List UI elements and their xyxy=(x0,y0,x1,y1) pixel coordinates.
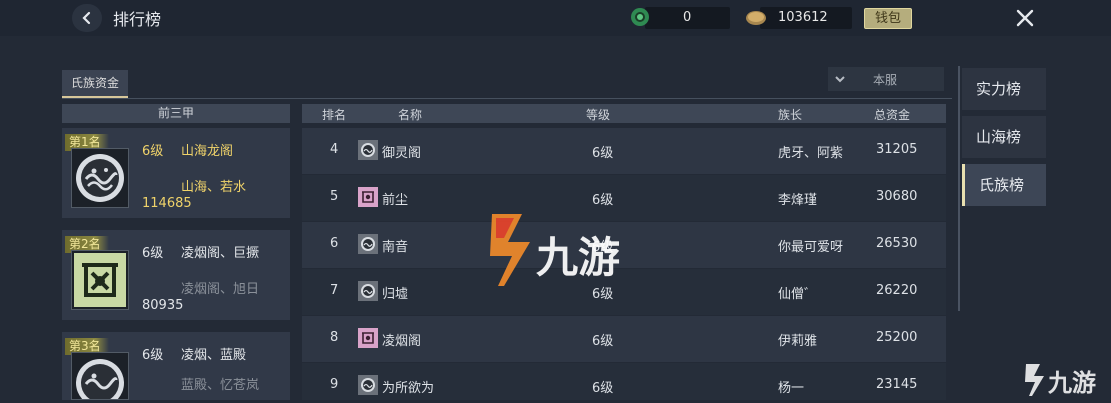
server-scope-value: 本服 xyxy=(873,73,898,87)
clan-emblem xyxy=(71,352,129,403)
row-rank: 7 xyxy=(330,283,339,298)
mask-emblem-icon xyxy=(358,187,378,207)
row-leader: 李烽瑾 xyxy=(778,193,818,208)
row-name: 归墟 xyxy=(382,287,409,302)
clan-funds: 80935 xyxy=(142,298,184,313)
side-tabs-divider xyxy=(958,66,960,311)
clan-emblem xyxy=(71,250,129,310)
close-icon[interactable] xyxy=(1012,5,1038,31)
row-name: 南音 xyxy=(382,240,409,255)
clan-level: 6级 xyxy=(142,246,164,261)
tab-clan-ranking[interactable]: 氏族榜 xyxy=(962,164,1046,206)
row-funds: 31205 xyxy=(876,142,918,157)
col-name-header: 名称 xyxy=(398,108,423,122)
row-name: 御灵阁 xyxy=(382,146,422,161)
ranking-table-header: 排名 名称 等级 族长 总资金 xyxy=(302,104,946,123)
top3-card-3[interactable]: 第3名 6级 凌烟、蓝殿 蓝殿、忆苍岚 xyxy=(62,332,290,403)
coin-value: 103612 xyxy=(778,10,828,25)
clan-emblem xyxy=(71,148,129,208)
row-name: 为所欲为 xyxy=(382,381,435,396)
row-leader: 杨一 xyxy=(778,381,805,396)
wave-emblem-icon xyxy=(76,359,124,403)
row-rank: 6 xyxy=(330,236,339,251)
row-level: 6级 xyxy=(592,146,614,161)
wave-emblem-icon xyxy=(358,234,378,254)
tab-strength-ranking[interactable]: 实力榜 xyxy=(962,68,1046,110)
row-name: 凌烟阁 xyxy=(382,334,422,349)
mask-emblem-icon xyxy=(74,253,126,307)
top3-header: 前三甲 xyxy=(62,104,290,123)
table-row[interactable]: 4 御灵阁 6级 虎牙、阿紫 31205 xyxy=(302,128,946,174)
col-level-header: 等级 xyxy=(586,108,611,122)
mask-emblem-icon xyxy=(358,328,378,348)
svg-text:九游: 九游 xyxy=(1047,369,1096,397)
row-leader: 伊莉雅 xyxy=(778,334,818,349)
row-level: 6级 xyxy=(592,381,614,396)
row-level: 6级 xyxy=(592,334,614,349)
clan-name: 山海龙阁 xyxy=(181,144,234,159)
row-funds: 26220 xyxy=(876,283,918,298)
clan-funds: 114685 xyxy=(142,196,192,211)
row-funds: 23145 xyxy=(876,377,918,392)
clan-leaders: 凌烟阁、旭日 xyxy=(181,282,260,297)
tab-clan-funds[interactable]: 氏族资金 xyxy=(62,70,128,98)
clan-level: 6级 xyxy=(142,144,164,159)
tab-shanhai-ranking[interactable]: 山海榜 xyxy=(962,116,1046,158)
wave-emblem-icon xyxy=(358,140,378,160)
row-name: 前尘 xyxy=(382,193,409,208)
table-row[interactable]: 9 为所欲为 6级 杨一 23145 xyxy=(302,363,946,400)
wave-emblem-icon xyxy=(358,375,378,395)
row-rank: 4 xyxy=(330,142,339,157)
clan-leaders: 蓝殿、忆苍岚 xyxy=(181,378,260,393)
tab-divider xyxy=(62,98,952,99)
jiuyou-logo-watermark: 九游 xyxy=(490,214,620,286)
clan-name: 凌烟阁、巨撅 xyxy=(181,246,260,261)
row-rank: 9 xyxy=(330,377,339,392)
col-rank-header: 排名 xyxy=(322,108,347,122)
jade-icon xyxy=(631,8,649,26)
row-funds: 30680 xyxy=(876,189,918,204)
back-button[interactable] xyxy=(72,4,102,32)
wallet-button[interactable]: 钱包 xyxy=(864,8,912,29)
top3-card-2[interactable]: 第2名 6级 凌烟阁、巨撅 凌烟阁、旭日 80935 xyxy=(62,230,290,320)
row-leader: 仙僧゛ xyxy=(778,287,818,302)
top3-card-1[interactable]: 第1名 6级 山海龙阁 山海、若水 114685 xyxy=(62,128,290,218)
page-title: 排行榜 xyxy=(113,10,162,29)
chevron-down-icon xyxy=(835,76,845,83)
clan-level: 6级 xyxy=(142,348,164,363)
row-level: 6级 xyxy=(592,193,614,208)
row-funds: 26530 xyxy=(876,236,918,251)
back-arrow-icon xyxy=(82,11,91,25)
jade-value: 0 xyxy=(683,10,692,25)
row-rank: 5 xyxy=(330,189,339,204)
row-leader: 虎牙、阿紫 xyxy=(778,146,844,161)
coin-icon xyxy=(746,11,766,25)
table-row[interactable]: 8 凌烟阁 6级 伊莉雅 25200 xyxy=(302,316,946,362)
svg-text:九游: 九游 xyxy=(536,233,620,282)
jiuyou-logo-watermark-small: 九游 xyxy=(1025,364,1096,397)
row-leader: 你最可爱呀 xyxy=(778,240,844,255)
top-bar xyxy=(0,0,1111,36)
wave-emblem-icon xyxy=(358,281,378,301)
row-funds: 25200 xyxy=(876,330,918,345)
row-rank: 8 xyxy=(330,330,339,345)
clan-leaders: 山海、若水 xyxy=(181,180,247,195)
clan-name: 凌烟、蓝殿 xyxy=(181,348,247,363)
col-leader-header: 族长 xyxy=(778,108,803,122)
wave-emblem-icon xyxy=(76,154,124,202)
col-funds-header: 总资金 xyxy=(874,108,911,122)
